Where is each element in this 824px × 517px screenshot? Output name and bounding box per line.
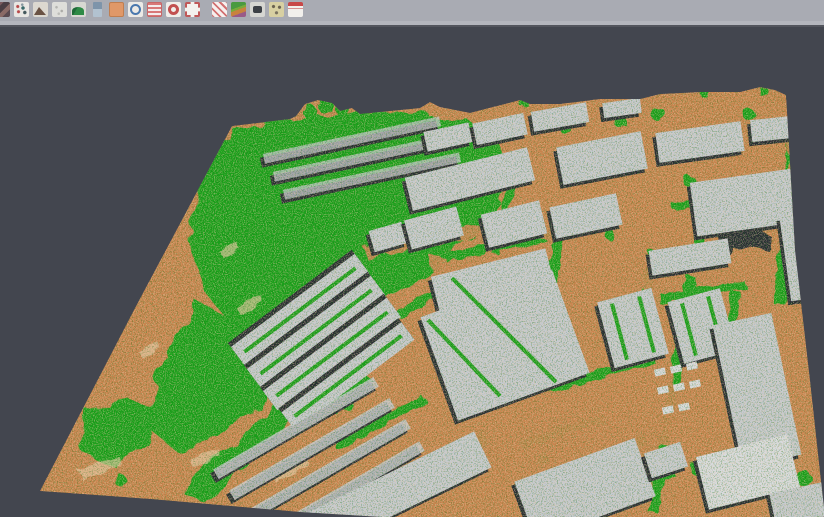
toolbar	[0, 0, 824, 27]
brown-terrain-icon[interactable]	[33, 2, 48, 17]
scatter-points-icon[interactable]	[14, 2, 29, 17]
khaki-marks-icon[interactable]	[269, 2, 284, 17]
red-striped-icon[interactable]	[288, 2, 303, 17]
dark-binoculars-icon[interactable]	[250, 2, 265, 17]
viewport-3d[interactable]	[0, 27, 824, 517]
classification-palette-icon[interactable]	[231, 2, 246, 17]
orange-square-icon[interactable]	[109, 2, 124, 17]
faint-grid-icon[interactable]	[52, 2, 67, 17]
selection-corners-icon[interactable]	[185, 2, 200, 17]
blue-orbit-icon[interactable]	[128, 2, 143, 17]
green-terrain-icon[interactable]	[71, 2, 86, 17]
red-ring-icon[interactable]	[166, 2, 181, 17]
blue-column-icon[interactable]	[93, 2, 102, 17]
dark-mottled-icon[interactable]	[0, 2, 10, 17]
red-checker-icon[interactable]	[212, 2, 227, 17]
application-window: { "toolbar": { "background": "#a9abb3", …	[0, 0, 824, 517]
red-list-icon[interactable]	[147, 2, 162, 17]
